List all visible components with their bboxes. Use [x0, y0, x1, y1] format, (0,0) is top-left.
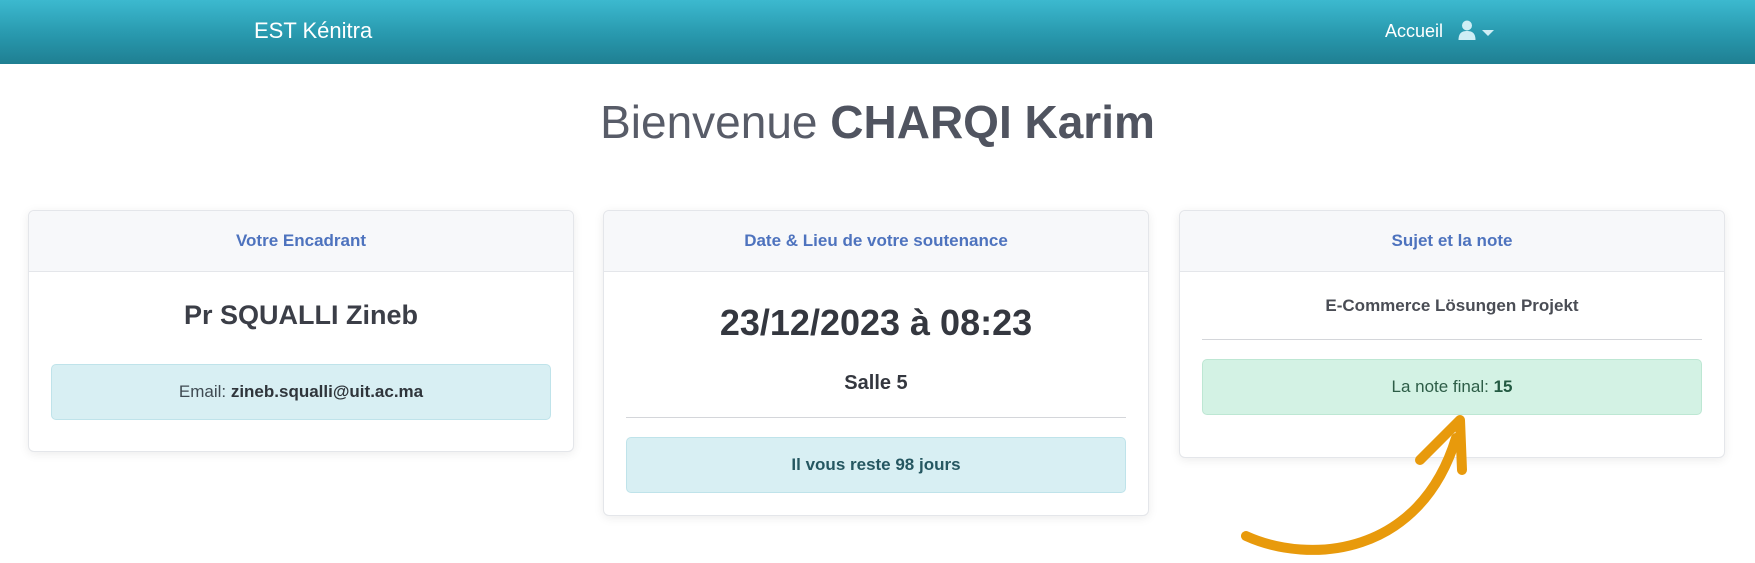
email-value: zineb.squalli@uit.ac.ma	[230, 382, 424, 401]
supervisor-name: Pr SQUALLI Zineb	[183, 300, 418, 330]
user-menu-toggle[interactable]	[1458, 20, 1496, 44]
defense-divider	[626, 417, 1126, 418]
subject-divider	[1202, 339, 1702, 340]
grade-box: La note final: 15	[1202, 359, 1702, 415]
supervisor-card: Votre Encadrant Pr SQUALLI Zineb Email: …	[28, 210, 574, 452]
navbar: EST Kénitra Accueil	[0, 0, 1755, 64]
grade-label: La note final:	[1391, 377, 1489, 396]
subject-title: E-Commerce Lösungen Projekt	[1325, 296, 1579, 315]
student-name: CHARQI Karim	[830, 96, 1155, 148]
user-icon	[1458, 20, 1476, 40]
subject-card: Sujet et la note E-Commerce Lösungen Pro…	[1179, 210, 1725, 458]
defense-datetime: 23/12/2023 à 08:23	[719, 302, 1033, 343]
supervisor-card-header: Votre Encadrant	[29, 211, 573, 272]
welcome-heading: Bienvenue CHARQI Karim	[0, 90, 1755, 154]
remaining-days-text: Il vous reste 98 jours	[791, 455, 961, 474]
chevron-down-icon	[1482, 30, 1494, 36]
grade-value: 15	[1493, 377, 1513, 396]
brand-link[interactable]: EST Kénitra	[254, 18, 372, 44]
remaining-days-box: Il vous reste 98 jours	[626, 437, 1126, 493]
defense-card: Date & Lieu de votre soutenance 23/12/20…	[603, 210, 1149, 516]
nav-home-link[interactable]: Accueil	[1385, 21, 1443, 42]
supervisor-email-box: Email: zineb.squalli@uit.ac.ma	[51, 364, 551, 420]
welcome-prefix: Bienvenue	[600, 96, 818, 148]
defense-room: Salle 5	[844, 372, 908, 394]
subject-card-header: Sujet et la note	[1180, 211, 1724, 272]
defense-card-header: Date & Lieu de votre soutenance	[604, 211, 1148, 272]
email-label: Email:	[178, 382, 227, 401]
